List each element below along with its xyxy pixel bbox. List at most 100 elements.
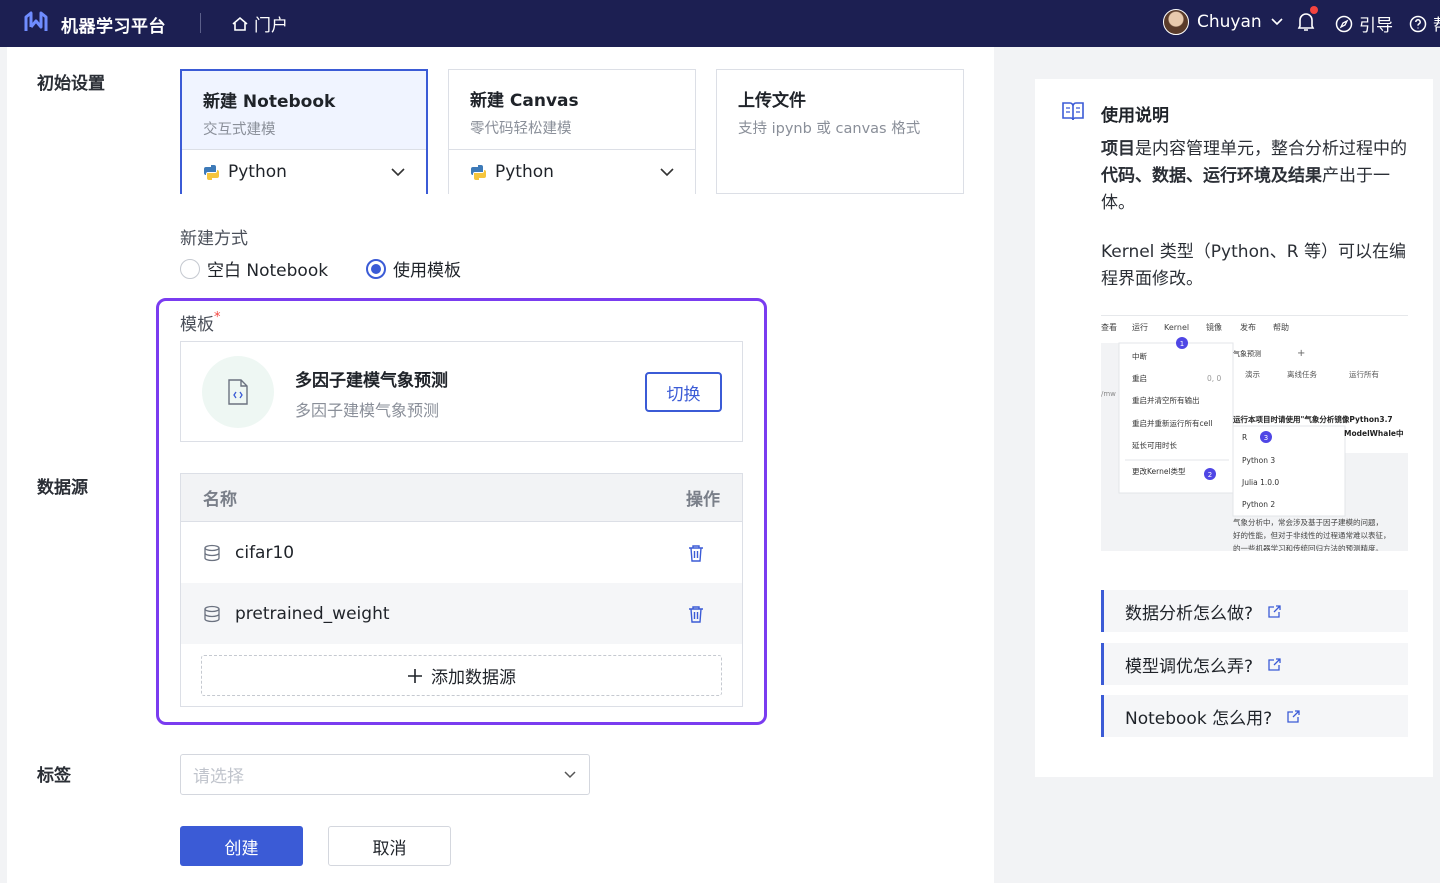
- notebook-kernel-select[interactable]: Python: [182, 149, 426, 194]
- screenshot-body-line: 好的性能，但对于非线性的过程通常难以表征，: [1233, 530, 1391, 540]
- guide-link[interactable]: 引导: [1335, 11, 1393, 36]
- screenshot-menu-item: 运行: [1132, 322, 1148, 332]
- col-name-header: 名称: [203, 490, 237, 510]
- guide-paragraph-kernel: Kernel 类型（Python、R 等）可以在编程界面修改。: [1101, 242, 1406, 289]
- chevron-down-icon: [564, 771, 576, 779]
- avatar: [1163, 9, 1189, 35]
- platform-title[interactable]: 机器学习平台: [61, 12, 166, 37]
- guide-text: 是内容管理单元，整合分析过程中的: [1135, 139, 1407, 159]
- external-link-icon: [1268, 657, 1281, 671]
- chevron-down-icon: [660, 168, 674, 177]
- python-icon: [471, 164, 486, 180]
- faq-link-model-tuning[interactable]: 模型调优怎么弄?: [1101, 643, 1408, 685]
- switch-template-button[interactable]: 切换: [645, 372, 722, 412]
- user-menu[interactable]: Chuyan: [1163, 9, 1284, 35]
- table-row: pretrained_weight: [181, 583, 742, 644]
- screenshot-menu-item: 查看: [1101, 322, 1117, 332]
- table-header: 名称 操作: [181, 474, 742, 522]
- trash-icon[interactable]: [688, 544, 704, 562]
- tags-placeholder: 请选择: [193, 767, 244, 787]
- plus-icon: [408, 668, 422, 683]
- portal-label: 门户: [254, 16, 288, 36]
- canvas-kernel-select[interactable]: Python: [449, 149, 695, 194]
- card-upload-file[interactable]: 上传文件 支持 ipynb 或 canvas 格式: [716, 69, 964, 194]
- card-new-notebook[interactable]: 新建 Notebook 交互式建模 Python: [180, 69, 428, 194]
- screenshot-notice: 运行本项目时请使用"气象分析镜像Python3.7: [1233, 414, 1393, 424]
- radio-blank-notebook[interactable]: 空白 Notebook: [180, 256, 328, 281]
- radio-label: 空白 Notebook: [207, 261, 329, 281]
- top-nav-bar: 机器学习平台 门户 Chuyan 引导 帮助: [0, 0, 1440, 47]
- home-icon: [232, 16, 248, 31]
- svg-text:+: +: [1297, 348, 1305, 359]
- kernel-switch-screenshot: 查看 运行 Kernel 镜像 发布 帮助 1 中断 重启 重启并清空所有输出 …: [1101, 315, 1408, 551]
- screenshot-toolbar-item: 离线任务: [1287, 369, 1317, 379]
- template-desc: 多因子建模气象预测: [295, 401, 440, 420]
- compass-icon: [1335, 15, 1353, 32]
- screenshot-notice: ModelWhale中: [1344, 428, 1403, 438]
- required-mark: *: [214, 310, 221, 325]
- cancel-button[interactable]: 取消: [328, 826, 451, 866]
- radio-circle: [180, 258, 200, 279]
- radio-circle-checked: [366, 258, 386, 279]
- bell-icon[interactable]: [1296, 11, 1316, 33]
- datasource-name: cifar10: [235, 542, 295, 563]
- screenshot-badge: 1: [1180, 340, 1184, 348]
- screenshot-left-text: /mw: [1101, 390, 1116, 398]
- init-settings-label: 初始设置: [37, 74, 105, 94]
- screenshot-badge: 2: [1208, 471, 1212, 479]
- template-icon-bg: [202, 356, 274, 428]
- faq-label: Notebook 怎么用?: [1125, 708, 1273, 729]
- portal-link[interactable]: 门户: [231, 11, 288, 36]
- kernel-value: Python: [495, 162, 554, 182]
- guide-bold: 代码、数据、运行环境及结果: [1101, 166, 1322, 186]
- faq-link-notebook[interactable]: Notebook 怎么用?: [1101, 695, 1408, 737]
- template-card: 多因子建模气象预测 多因子建模气象预测 切换: [180, 341, 743, 442]
- code-file-icon: [228, 379, 248, 405]
- database-icon: [204, 605, 220, 622]
- screenshot-toolbar-item: 运行所有: [1349, 369, 1379, 379]
- screenshot-menu-item: 帮助: [1273, 322, 1289, 332]
- faq-link-data-analysis[interactable]: 数据分析怎么做?: [1101, 590, 1408, 632]
- notification-dot: [1310, 6, 1318, 14]
- screenshot-badge: 3: [1264, 434, 1268, 442]
- creation-method-label: 新建方式: [180, 229, 248, 249]
- guide-paragraph-project: 项目是内容管理单元，整合分析过程中的代码、数据、运行环境及结果产出于一体。: [1101, 136, 1417, 217]
- chevron-down-icon: [391, 168, 405, 177]
- faq-label: 数据分析怎么做?: [1125, 603, 1254, 624]
- screenshot-body-line: 气象分析中，常会涉及基于因子建模的问题，: [1233, 517, 1383, 527]
- datasource-table: 名称 操作 cifar10 pretrained_weight 添加数据源: [180, 473, 743, 707]
- col-action-header: 操作: [686, 490, 720, 510]
- nav-divider: [200, 13, 201, 33]
- trash-icon[interactable]: [688, 605, 704, 623]
- faq-label: 模型调优怎么弄?: [1125, 656, 1254, 677]
- platform-logo-icon[interactable]: [22, 9, 50, 37]
- datasource-name: pretrained_weight: [235, 603, 390, 624]
- tags-label: 标签: [37, 766, 71, 786]
- external-link-icon: [1287, 709, 1300, 723]
- screenshot-tab: 气象预测: [1233, 349, 1261, 358]
- create-button[interactable]: 创建: [180, 826, 303, 866]
- usage-guide-title: 使用说明: [1101, 106, 1169, 126]
- tags-select[interactable]: 请选择: [180, 754, 590, 795]
- help-link[interactable]: 帮助: [1409, 11, 1440, 36]
- screenshot-kernel-item: Python 3: [1242, 456, 1275, 465]
- screenshot-toolbar-item: 演示: [1245, 369, 1261, 379]
- radio-use-template[interactable]: 使用模板: [366, 256, 461, 281]
- add-datasource-button[interactable]: 添加数据源: [201, 655, 722, 696]
- screenshot-kernel-item: Julia 1.0.0: [1241, 478, 1279, 487]
- add-datasource-label: 添加数据源: [431, 668, 516, 688]
- template-name: 多因子建模气象预测: [295, 371, 448, 391]
- python-icon: [204, 164, 219, 180]
- card-subtitle: 零代码轻松建模: [470, 121, 572, 137]
- chevron-down-icon: [1271, 18, 1283, 26]
- screenshot-dropdown-item: 延长可用时长: [1132, 440, 1177, 450]
- template-label: 模板*: [180, 310, 221, 335]
- card-subtitle: 支持 ipynb 或 canvas 格式: [738, 121, 921, 137]
- card-new-canvas[interactable]: 新建 Canvas 零代码轻松建模 Python: [448, 69, 696, 194]
- kernel-value: Python: [228, 162, 287, 182]
- card-title: 上传文件: [738, 91, 806, 111]
- screenshot-menu-item: 镜像: [1206, 322, 1222, 332]
- template-label-text: 模板: [180, 315, 214, 335]
- screenshot-dropdown-item: 重启并清空所有输出: [1132, 395, 1200, 405]
- database-icon: [204, 544, 220, 561]
